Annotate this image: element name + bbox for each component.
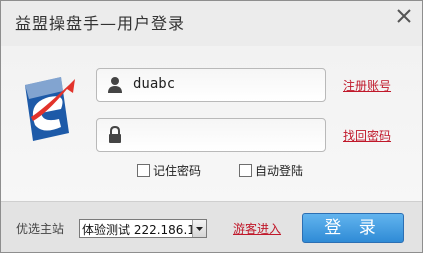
username-value: duabc xyxy=(133,76,176,92)
station-select-value: 体验测试 222.186.1 xyxy=(82,223,192,237)
auto-login-checkbox[interactable] xyxy=(239,164,252,177)
auto-login-label: 自动登陆 xyxy=(255,164,304,178)
footer-divider xyxy=(1,201,422,202)
station-select[interactable]: 体验测试 222.186.1 xyxy=(79,219,207,238)
recover-password-link[interactable]: 找回密码 xyxy=(343,127,391,144)
password-field[interactable] xyxy=(96,118,326,152)
remember-password-checkbox[interactable] xyxy=(137,164,150,177)
login-button[interactable]: 登 录 xyxy=(302,213,404,243)
remember-password-label: 记住密码 xyxy=(153,164,202,178)
close-icon[interactable] xyxy=(395,7,413,25)
lock-icon xyxy=(109,126,121,143)
window-title: 益盟操盘手—用户登录 xyxy=(15,14,186,33)
username-field[interactable]: duabc xyxy=(96,68,326,102)
register-link[interactable]: 注册账号 xyxy=(343,77,391,94)
guest-login-link[interactable]: 游客进入 xyxy=(233,220,281,237)
chevron-down-icon[interactable] xyxy=(192,220,206,237)
user-icon xyxy=(108,77,122,93)
station-label: 优选主站 xyxy=(16,222,65,236)
app-logo-icon xyxy=(25,77,75,141)
login-window: 益盟操盘手—用户登录 duabc 注册账号 找回密码 记住密码 自动登陆 优选主… xyxy=(0,0,423,253)
